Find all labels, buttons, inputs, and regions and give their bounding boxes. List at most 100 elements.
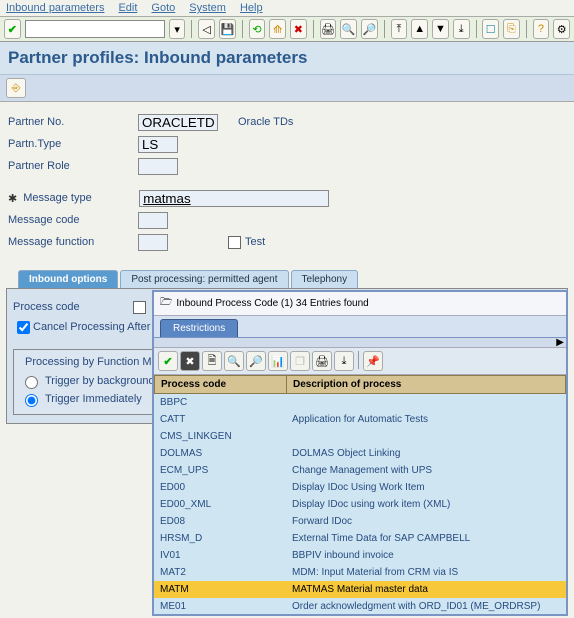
command-field[interactable] <box>25 20 165 38</box>
grid-row[interactable]: CMS_LINKGEN <box>154 428 566 445</box>
cell-code: ED08 <box>154 513 286 530</box>
cancel-icon[interactable]: ✖ <box>290 19 307 39</box>
prev-icon[interactable]: ▲ <box>411 19 428 39</box>
cell-desc: Forward IDoc <box>286 513 566 530</box>
cell-desc: MATMAS Material master data <box>286 581 566 598</box>
menu-inbound[interactable]: Inbound parameters <box>6 2 104 14</box>
back-icon[interactable]: ◁ <box>198 19 215 39</box>
first-icon[interactable]: ⤒ <box>391 19 408 39</box>
cell-code: ECM_UPS <box>154 462 286 479</box>
trigger-background-label: Trigger by background pr <box>45 375 168 387</box>
tab-post-processing[interactable]: Post processing: permitted agent <box>120 270 288 288</box>
save-icon[interactable]: 💾 <box>219 19 236 39</box>
popup-tab-restrictions[interactable]: Restrictions <box>160 319 238 337</box>
menu-goto[interactable]: Goto <box>151 2 175 14</box>
tab-telephony[interactable]: Telephony <box>291 270 359 288</box>
popup-find-icon[interactable]: 🔍 <box>224 351 244 371</box>
menu-edit[interactable]: Edit <box>118 2 137 14</box>
menu-help[interactable]: Help <box>240 2 263 14</box>
ok-icon[interactable]: ✔ <box>4 19 21 39</box>
cell-desc: Order acknowledgment with ORD_ID01 (ME_O… <box>286 598 566 614</box>
popup-find2-icon[interactable]: 🔎 <box>246 351 266 371</box>
cell-code: ED00_XML <box>154 496 286 513</box>
cell-desc: BBPIV inbound invoice <box>286 547 566 564</box>
message-type-label: Message type <box>23 192 139 204</box>
partner-role-input[interactable] <box>138 158 178 175</box>
dropdown-icon[interactable]: ▾ <box>169 19 186 39</box>
partner-no-input[interactable] <box>138 114 218 131</box>
menu-system[interactable]: System <box>189 2 226 14</box>
grid-row[interactable]: CATTApplication for Automatic Tests <box>154 411 566 428</box>
popup-copy-icon[interactable]: ❐ <box>290 351 310 371</box>
message-function-label: Message function <box>8 236 138 248</box>
message-code-label: Message code <box>8 214 138 226</box>
chevron-right-icon[interactable]: ▶ <box>556 337 564 348</box>
processing-box-title: Processing by Function Mod <box>22 356 167 368</box>
trigger-immediately-label: Trigger Immediately <box>45 393 142 405</box>
layout-icon[interactable]: ⚙ <box>553 19 570 39</box>
grid-row[interactable]: BBPC <box>154 394 566 411</box>
create-session-icon[interactable]: ☐ <box>482 19 499 39</box>
grid-row[interactable]: ED00_XMLDisplay IDoc using work item (XM… <box>154 496 566 513</box>
back-arrow-icon[interactable]: ⟲ <box>249 19 266 39</box>
popup-pin-icon[interactable]: 📌 <box>363 351 383 371</box>
fields-area: Partner No. Oracle TDs Partn.Type Partne… <box>0 102 574 258</box>
cell-desc <box>286 434 566 440</box>
test-label: Test <box>245 236 265 248</box>
popup-print-icon[interactable]: 🖨 <box>312 351 332 371</box>
cell-code: HRSM_D <box>154 530 286 547</box>
trigger-background-radio[interactable] <box>25 376 38 389</box>
grid-row[interactable]: ECM_UPSChange Management with UPS <box>154 462 566 479</box>
print-icon[interactable]: 🖨 <box>320 19 337 39</box>
popup-ok-icon[interactable]: ✔ <box>158 351 178 371</box>
toggle-icon[interactable]: ⎆ <box>6 78 26 98</box>
grid-row[interactable]: ED08Forward IDoc <box>154 513 566 530</box>
popup-title: Inbound Process Code (1) 34 Entries foun… <box>176 298 368 309</box>
popup-close-icon[interactable]: ✖ <box>180 351 200 371</box>
trigger-immediately-radio[interactable] <box>25 394 38 407</box>
last-icon[interactable]: ⤓ <box>453 19 470 39</box>
next-icon[interactable]: ▼ <box>432 19 449 39</box>
cell-code: IV01 <box>154 547 286 564</box>
col-process-code[interactable]: Process code <box>155 376 287 393</box>
cell-code: MATM <box>154 581 286 598</box>
cell-desc: Display IDoc Using Work Item <box>286 479 566 496</box>
cell-code: CMS_LINKGEN <box>154 428 286 445</box>
exit-icon[interactable]: ⟰ <box>269 19 286 39</box>
help-icon[interactable]: ? <box>533 19 550 39</box>
grid-row[interactable]: MAT2MDM: Input Material from CRM via IS <box>154 564 566 581</box>
tab-inbound-options[interactable]: Inbound options <box>18 270 118 288</box>
cancel-processing-checkbox[interactable] <box>17 321 30 334</box>
cell-desc: Change Management with UPS <box>286 462 566 479</box>
find-next-icon[interactable]: 🔎 <box>361 19 378 39</box>
message-function-input[interactable] <box>138 234 168 251</box>
required-icon: ✱ <box>8 192 17 205</box>
popup-sort-icon[interactable]: 📊 <box>268 351 288 371</box>
cell-desc: External Time Data for SAP CAMPBELL <box>286 530 566 547</box>
message-type-input[interactable] <box>139 190 329 207</box>
find-icon[interactable]: 🔍 <box>340 19 357 39</box>
grid-row[interactable]: MATMMATMAS Material master data <box>154 581 566 598</box>
popup-tabs: Restrictions <box>154 316 566 338</box>
grid-row[interactable]: HRSM_DExternal Time Data for SAP CAMPBEL… <box>154 530 566 547</box>
grid-row[interactable]: IV01BBPIV inbound invoice <box>154 547 566 564</box>
col-description[interactable]: Description of process <box>287 376 565 393</box>
grid-row[interactable]: DOLMASDOLMAS Object Linking <box>154 445 566 462</box>
shortcut-icon[interactable]: ⎘ <box>503 19 520 39</box>
test-checkbox[interactable] <box>228 236 241 249</box>
cell-code: MAT2 <box>154 564 286 581</box>
sub-toolbar: ⎆ <box>0 75 574 102</box>
partner-type-input[interactable] <box>138 136 178 153</box>
popup-icon: 🗁 <box>160 295 172 312</box>
process-code-vh[interactable] <box>133 301 146 314</box>
grid-header: Process code Description of process <box>154 375 566 394</box>
tabs: Inbound options Post processing: permitt… <box>18 270 574 288</box>
cell-desc: Application for Automatic Tests <box>286 411 566 428</box>
popup-doc-icon[interactable]: 🗎 <box>202 351 222 371</box>
grid-row[interactable]: ME01Order acknowledgment with ORD_ID01 (… <box>154 598 566 614</box>
message-code-input[interactable] <box>138 212 168 229</box>
grid-row[interactable]: ED00Display IDoc Using Work Item <box>154 479 566 496</box>
cell-code: BBPC <box>154 394 286 411</box>
popup-export-icon[interactable]: ⤓ <box>334 351 354 371</box>
cancel-processing-label: Cancel Processing After S <box>33 321 161 333</box>
